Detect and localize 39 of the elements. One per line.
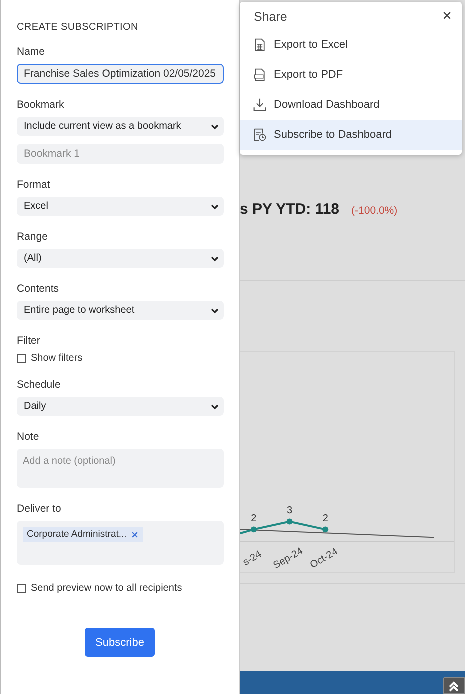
calendar-clock-icon <box>253 128 267 142</box>
checkbox-label: Send preview now to all recipients <box>31 583 182 594</box>
field-label: Bookmark <box>17 99 66 111</box>
checkbox-label: Show filters <box>31 353 83 364</box>
checkbox[interactable] <box>17 584 26 593</box>
download-icon <box>253 98 267 112</box>
checkbox[interactable] <box>17 354 26 363</box>
name-field[interactable]: Franchise Sales Optimization 02/05/2025 <box>17 64 224 84</box>
spreadsheet-file-icon <box>253 38 267 52</box>
scroll-up-button[interactable] <box>443 677 465 694</box>
format-dropdown[interactable]: Excel <box>17 197 224 216</box>
close-icon[interactable] <box>130 530 139 538</box>
field-label: Contents <box>17 283 60 295</box>
menu-title: Share <box>254 10 288 24</box>
field-label: Schedule <box>17 379 62 391</box>
menu-item[interactable]: Download Dashboard <box>240 90 462 120</box>
field-label: Note <box>17 431 40 443</box>
field-label: Name <box>17 46 46 58</box>
menu-item[interactable]: Subscribe to Dashboard <box>240 120 462 150</box>
bookmark-name-field[interactable]: Bookmark 1 <box>17 144 224 164</box>
field-label: Deliver to <box>17 503 62 515</box>
bookmark-dropdown[interactable]: Include current view as a bookmark <box>17 117 224 136</box>
menu-item[interactable]: Export to PDF <box>240 60 462 90</box>
recipients-field[interactable]: Corporate Administrat... <box>17 521 224 565</box>
field-label: Format <box>17 179 52 191</box>
contents-dropdown[interactable]: Entire page to worksheet <box>17 301 224 320</box>
panel-title: CREATE SUBSCRIPTION <box>17 22 140 33</box>
menu-item[interactable]: Export to Excel <box>240 30 462 60</box>
note-field[interactable]: Add a note (optional) <box>17 449 224 488</box>
pdf-file-icon <box>253 68 267 82</box>
kpi-change: (-100.0%) <box>352 205 398 217</box>
range-dropdown[interactable]: (All) <box>17 249 224 268</box>
close-button[interactable]: × <box>440 10 454 24</box>
schedule-dropdown[interactable]: Daily <box>17 397 224 416</box>
kpi-comparison: s PY YTD: 118 <box>240 201 340 218</box>
field-label: Range <box>17 231 49 243</box>
field-label: Filter <box>17 335 42 347</box>
subscribe-button[interactable]: Subscribe <box>84 628 156 657</box>
recipient-name: Corporate Administrat... <box>27 529 127 540</box>
